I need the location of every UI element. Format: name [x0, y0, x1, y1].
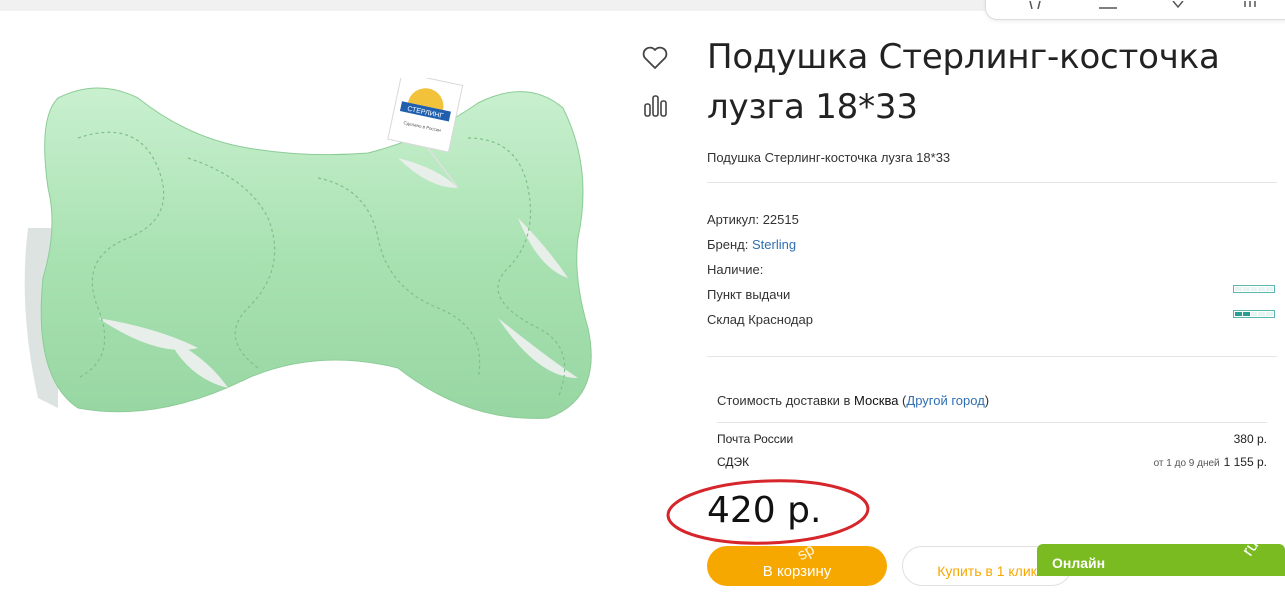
warehouse-label: Склад Краснодар [707, 312, 813, 327]
divider [707, 356, 1277, 357]
heart-icon[interactable] [641, 44, 669, 72]
pickup-label: Пункт выдачи [707, 287, 791, 302]
shipping-price: 380 р. [1233, 432, 1267, 446]
divider [717, 422, 1267, 423]
shipping-price: 1 155 р. [1223, 455, 1267, 469]
delivery-header: Стоимость доставки в Москва (Другой горо… [717, 393, 990, 408]
product-image[interactable]: СТЕРЛИНГ Сделано в России [18, 72, 608, 448]
page-title: Подушка Стерлинг-косточка лузга 18*33 [707, 37, 1220, 127]
bar-chart-icon[interactable] [642, 92, 670, 120]
article-value: 22515 [762, 212, 799, 227]
brand-row: Бренд: Sterling [707, 237, 796, 252]
top-strip [0, 0, 985, 11]
article-row: Артикул: 22515 [707, 212, 799, 227]
product-subtitle: Подушка Стерлинг-косточка лузга 18*33 [707, 150, 951, 165]
change-city-link[interactable]: Другой город [906, 393, 984, 408]
delivery-prefix: Стоимость доставки в [717, 393, 851, 408]
shipping-row: Почта России 380 р. [717, 432, 1267, 446]
shipping-name: СДЭК [717, 455, 750, 469]
brand-label: Бренд: [707, 237, 749, 252]
header-toolbar [985, 0, 1285, 20]
online-chat-label: Онлайн [1052, 555, 1106, 571]
article-label: Артикул: [707, 212, 760, 227]
list-icon[interactable] [1098, 1, 1117, 9]
delivery-city: Москва [854, 393, 899, 408]
warehouse-stock-indicator [1233, 310, 1275, 318]
price-highlight-ring [666, 479, 870, 545]
shipping-term: от 1 до 9 дней [1153, 458, 1220, 469]
heart-outline-icon[interactable] [1170, 1, 1186, 9]
pickup-stock-indicator [1233, 285, 1275, 293]
shipping-row: СДЭК от 1 до 9 дней 1 155 р. [717, 455, 1267, 469]
availability-label: Наличие: [707, 262, 764, 277]
brand-link[interactable]: Sterling [752, 237, 796, 252]
shipping-name: Почта России [717, 432, 794, 446]
shipping-price-group: от 1 до 9 дней 1 155 р. [1154, 455, 1267, 469]
compare-small-icon[interactable] [1242, 1, 1258, 9]
cart-icon[interactable] [1028, 1, 1044, 9]
divider [707, 182, 1277, 183]
